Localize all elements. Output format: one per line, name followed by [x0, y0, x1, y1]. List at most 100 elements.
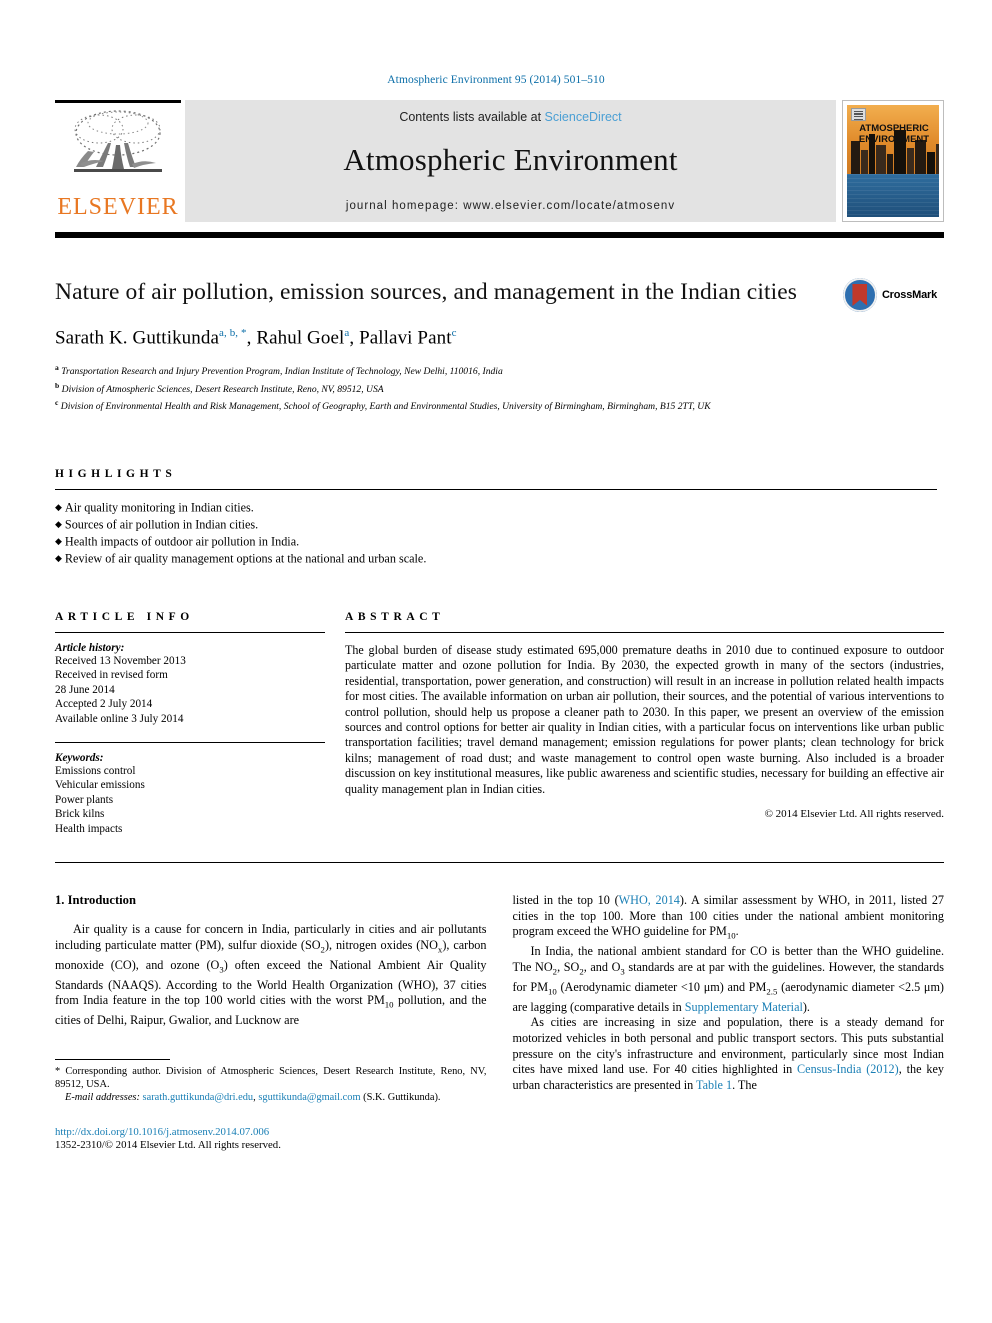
abstract-column: ABSTRACT The global burden of disease st… [345, 611, 944, 836]
highlight-text: Air quality monitoring in Indian cities. [64, 500, 254, 515]
contents-available-line: Contents lists available at ScienceDirec… [399, 110, 621, 124]
highlight-text: Sources of air pollution in Indian citie… [64, 517, 259, 532]
contents-prefix: Contents lists available at [399, 110, 545, 124]
elsevier-tree-icon [66, 107, 170, 196]
affiliation-list: a Transportation Research and Injury Pre… [55, 361, 937, 413]
history-line: Received in revised form [55, 669, 168, 682]
journal-cover-thumbnail: ATMOSPHERIC ENVIRONMENT [842, 100, 944, 222]
affiliation-text: Transportation Research and Injury Preve… [61, 366, 503, 378]
author-affil-marks: a, b, * [219, 327, 247, 339]
elsevier-logo: ELSEVIER [55, 100, 181, 222]
author-name: Rahul Goel [256, 327, 345, 349]
paragraph-text: . [735, 924, 739, 939]
crossmark-icon [842, 278, 877, 312]
list-item: ◆ Health impacts of outdoor air pollution… [55, 533, 937, 550]
bullet-icon: ◆ [55, 518, 62, 529]
crossmark-label: CrossMark [881, 289, 937, 301]
journal-homepage[interactable]: journal homepage: www.elsevier.com/locat… [346, 200, 675, 212]
history-line: 28 June 2014 [55, 683, 115, 696]
supplementary-material-link[interactable]: Supplementary Material [685, 1000, 803, 1014]
subscript: 10 [384, 999, 394, 1010]
abstract-rule [345, 631, 944, 633]
paragraph-text: , and O [583, 959, 621, 974]
bullet-icon: ◆ [55, 501, 62, 512]
table-reference-link[interactable]: Table 1 [696, 1078, 732, 1092]
crossmark-badge[interactable]: CrossMark [842, 278, 937, 312]
highlights-heading: HIGHLIGHTS [55, 467, 177, 480]
article-info-heading: ARTICLE INFO [55, 610, 194, 623]
abstract-text: The global burden of disease study estim… [345, 642, 944, 796]
running-head: Atmospheric Environment 95 (2014) 501–51… [387, 74, 605, 86]
article-title-block: CrossMark Nature of air pollution, emiss… [55, 278, 937, 413]
journal-badge-icon [851, 108, 866, 121]
highlights-rule [55, 488, 937, 490]
subscript: 2.5 [766, 986, 778, 997]
abstract-bottom-rule [55, 861, 944, 863]
logo-top-rule [55, 100, 181, 103]
citation-link[interactable]: Census-India (2012) [797, 1062, 899, 1076]
corresponding-author-footnote: * Corresponding author. Division of Atmo… [55, 1065, 487, 1091]
paragraph-text: listed in the top 10 ( [512, 892, 619, 907]
article-info-rule [55, 631, 325, 633]
elsevier-wordmark: ELSEVIER [57, 194, 179, 220]
paragraph-text: (Aerodynamic diameter <10 μm) and PM [556, 979, 767, 994]
author-list: Sarath K. Guttikundaa, b, *, Rahul Goela… [55, 327, 457, 349]
author-name: Sarath K. Guttikunda [55, 327, 220, 349]
author-affil-marks: a [344, 327, 350, 339]
sciencedirect-link[interactable]: ScienceDirect [545, 110, 622, 124]
keyword-item: Health impacts [55, 822, 123, 835]
paragraph-text: , SO [557, 959, 580, 974]
email-owner: (S.K. Guttikunda). [363, 1092, 441, 1104]
footnote-text: Corresponding author. Division of Atmosp… [55, 1065, 487, 1091]
keyword-item: Brick kilns [55, 808, 105, 821]
list-item: ◆ Sources of air pollution in Indian citi… [55, 516, 937, 533]
email-link-1[interactable]: sarath.guttikunda@dri.edu [143, 1092, 254, 1103]
list-item: ◆ Air quality monitoring in Indian cities… [55, 499, 937, 516]
affiliation-mark: a [55, 363, 59, 373]
affiliation-item: a Transportation Research and Injury Pre… [55, 361, 937, 378]
highlight-text: Health impacts of outdoor air pollution … [64, 534, 300, 549]
author-affil-marks: c [451, 327, 457, 339]
list-item: ◆ Review of air quality management option… [55, 550, 937, 567]
keyword-item: Vehicular emissions [55, 779, 145, 792]
masthead-center: Contents lists available at ScienceDirec… [185, 100, 836, 222]
doi-link[interactable]: http://dx.doi.org/10.1016/j.atmosenv.201… [55, 1126, 487, 1138]
history-line: Received 13 November 2013 [55, 654, 186, 667]
highlights-list: ◆ Air quality monitoring in Indian cities… [55, 499, 937, 567]
issn-copyright: 1352-2310/© 2014 Elsevier Ltd. All right… [55, 1139, 281, 1152]
history-line: Available online 3 July 2014 [55, 712, 184, 725]
paragraph: As cities are increasing in size and pop… [513, 1015, 945, 1093]
email-footnote: E-mail addresses: sarath.guttikunda@dri.… [55, 1091, 487, 1104]
affiliation-text: Division of Environmental Health and Ris… [60, 400, 711, 412]
body-column-right: listed in the top 10 (WHO, 2014). A simi… [513, 893, 945, 1151]
keywords-block: Keywords: Emissions control Vehicular em… [55, 741, 325, 836]
keyword-item: Emissions control [55, 764, 136, 777]
keyword-item: Power plants [55, 793, 114, 806]
article-history-label: Article history: [55, 641, 125, 654]
author-name: Pallavi Pant [359, 327, 452, 349]
article-page: Atmospheric Environment 95 (2014) 501–51… [0, 0, 992, 1323]
journal-masthead: ELSEVIER Contents lists available at Sci… [55, 100, 944, 222]
paragraph: In India, the national ambient standard … [513, 944, 945, 1015]
highlights-section: HIGHLIGHTS ◆ Air quality monitoring in In… [55, 468, 937, 567]
subscript: 10 [726, 930, 736, 941]
column-gap [325, 611, 345, 836]
body-columns: 1. Introduction Air quality is a cause f… [55, 893, 944, 1151]
abstract-heading: ABSTRACT [345, 610, 445, 623]
email-label: E-mail addresses: [65, 1092, 140, 1104]
abstract-copyright: © 2014 Elsevier Ltd. All rights reserved… [764, 807, 944, 820]
history-line: Accepted 2 July 2014 [55, 698, 153, 711]
paragraph-text: ), nitrogen oxides (NO [324, 937, 438, 952]
keywords-rule [55, 741, 325, 743]
cover-title: ATMOSPHERIC ENVIRONMENT [852, 123, 936, 145]
page-title: Nature of air pollution, emission source… [55, 279, 797, 305]
body-column-left: 1. Introduction Air quality is a cause f… [55, 893, 487, 1151]
citation-link[interactable]: WHO, 2014 [619, 893, 680, 907]
paragraph-text: ). [802, 999, 810, 1014]
affiliation-mark: b [55, 380, 60, 390]
journal-title: Atmospheric Environment [343, 142, 678, 177]
footnote-rule [55, 1058, 170, 1060]
highlight-text: Review of air quality management options… [64, 551, 427, 566]
article-info-column: ARTICLE INFO Article history: Received 1… [55, 611, 325, 836]
email-link-2[interactable]: sguttikunda@gmail.com [258, 1092, 360, 1103]
